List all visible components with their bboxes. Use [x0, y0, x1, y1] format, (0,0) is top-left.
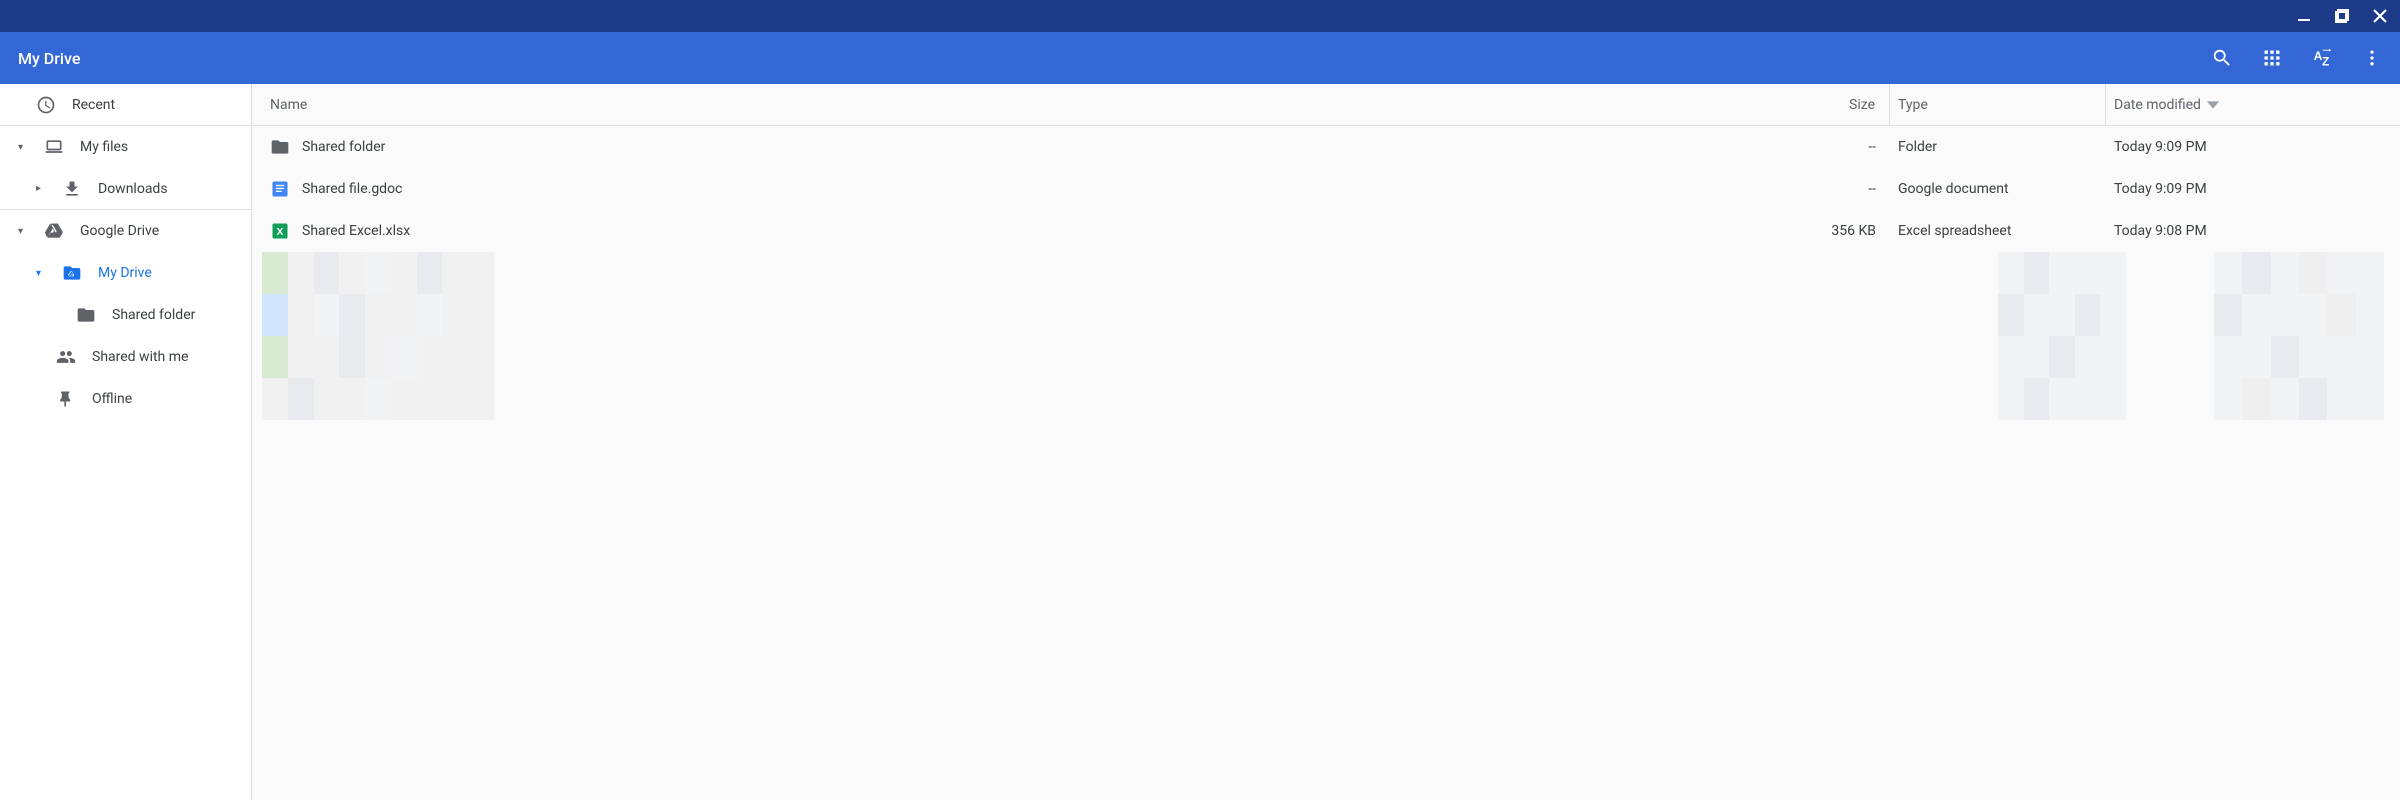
drive-icon: [44, 221, 64, 241]
sidebar-item-label: Shared with me: [92, 349, 188, 365]
more-menu-button[interactable]: [2360, 46, 2384, 70]
sidebar-item-offline[interactable]: Offline: [0, 378, 251, 420]
sidebar-item-google-drive[interactable]: ▾ Google Drive: [0, 210, 251, 252]
main-split: Recent ▾ My files ▸ Downloads ▾ Google D…: [0, 84, 2400, 800]
file-name: Shared file.gdoc: [302, 181, 402, 197]
chevron-down-icon: ▾: [18, 226, 28, 237]
download-icon: [62, 179, 82, 199]
file-date: Today 9:08 PM: [2106, 223, 2400, 239]
svg-text:Z: Z: [2322, 54, 2329, 68]
table-row[interactable]: Shared file.gdoc --Google documentToday 9…: [252, 168, 2400, 210]
sort-az-icon: A Z: [2311, 47, 2333, 69]
window-minimize-button[interactable]: [2292, 4, 2316, 28]
sidebar-item-recent[interactable]: Recent: [0, 84, 251, 126]
blurred-type-column: [1998, 252, 2126, 420]
blurred-date-column: [2214, 252, 2384, 420]
sidebar-item-shared-with-me[interactable]: Shared with me: [0, 336, 251, 378]
sidebar-item-label: My Drive: [98, 265, 152, 281]
sidebar-item-label: Shared folder: [112, 307, 195, 323]
file-name: Shared folder: [302, 139, 385, 155]
table-body: Shared folder--FolderToday 9:09 PMShared…: [252, 126, 2400, 252]
table-row[interactable]: Shared folder --FolderToday 9:09 PM: [252, 126, 2400, 168]
sort-desc-icon: [2207, 99, 2219, 111]
sidebar-item-my-files[interactable]: ▾ My files: [0, 126, 251, 168]
chevron-down-icon: ▾: [18, 142, 28, 153]
blurred-rows: [252, 252, 2400, 420]
table-header: Name Size Type Date modified: [252, 84, 2400, 126]
chevron-right-icon: ▸: [36, 183, 46, 194]
chevron-down-icon: ▾: [36, 268, 46, 279]
search-button[interactable]: [2210, 46, 2234, 70]
blurred-name-column: [262, 252, 494, 420]
file-size: 356 KB: [1714, 210, 1890, 252]
file-name: Shared Excel.xlsx: [302, 223, 410, 239]
sort-az-button[interactable]: A Z: [2310, 46, 2334, 70]
page-title: My Drive: [18, 49, 80, 68]
folder-icon: [76, 305, 96, 325]
more-vert-icon: [2362, 48, 2382, 68]
sidebar: Recent ▾ My files ▸ Downloads ▾ Google D…: [0, 84, 252, 800]
file-type: Folder: [1890, 126, 2106, 168]
grid-icon: [2262, 48, 2282, 68]
sidebar-item-downloads[interactable]: ▸ Downloads: [0, 168, 251, 210]
window-restore-button[interactable]: [2330, 4, 2354, 28]
file-type: Excel spreadsheet: [1890, 210, 2106, 252]
people-icon: [56, 347, 76, 367]
header-actions: A Z: [2210, 46, 2390, 70]
search-icon: [2211, 47, 2233, 69]
pin-icon: [56, 389, 76, 409]
content-area: Name Size Type Date modified Shared fold…: [252, 84, 2400, 800]
column-header-name[interactable]: Name: [252, 97, 1714, 113]
file-type: Google document: [1890, 168, 2106, 210]
folder-drive-icon: [62, 263, 82, 283]
column-header-date[interactable]: Date modified: [2106, 97, 2400, 113]
svg-text:X: X: [277, 227, 284, 238]
sidebar-item-label: Google Drive: [80, 223, 159, 239]
sidebar-item-label: Recent: [72, 97, 115, 113]
window-titlebar: [0, 0, 2400, 32]
window-close-button[interactable]: [2368, 4, 2392, 28]
file-date: Today 9:09 PM: [2106, 139, 2400, 155]
view-grid-button[interactable]: [2260, 46, 2284, 70]
minimize-icon: [2296, 8, 2312, 24]
restore-icon: [2334, 8, 2350, 24]
sidebar-item-label: Offline: [92, 391, 132, 407]
file-date: Today 9:09 PM: [2106, 181, 2400, 197]
column-header-type[interactable]: Type: [1890, 84, 2106, 125]
xlsx-icon: X: [270, 221, 290, 241]
file-size: --: [1714, 126, 1890, 168]
sidebar-item-label: My files: [80, 139, 128, 155]
column-header-size[interactable]: Size: [1714, 84, 1890, 125]
clock-icon: [36, 95, 56, 115]
table-row[interactable]: X Shared Excel.xlsx 356 KBExcel spreadshee…: [252, 210, 2400, 252]
file-size: --: [1714, 168, 1890, 210]
sidebar-item-label: Downloads: [98, 181, 168, 197]
gdoc-icon: [270, 179, 290, 199]
sidebar-item-shared-folder[interactable]: Shared folder: [0, 294, 251, 336]
app-header: My Drive A Z: [0, 32, 2400, 84]
close-icon: [2372, 8, 2388, 24]
sidebar-item-my-drive[interactable]: ▾ My Drive: [0, 252, 251, 294]
folder-icon: [270, 137, 290, 157]
laptop-icon: [44, 137, 64, 157]
